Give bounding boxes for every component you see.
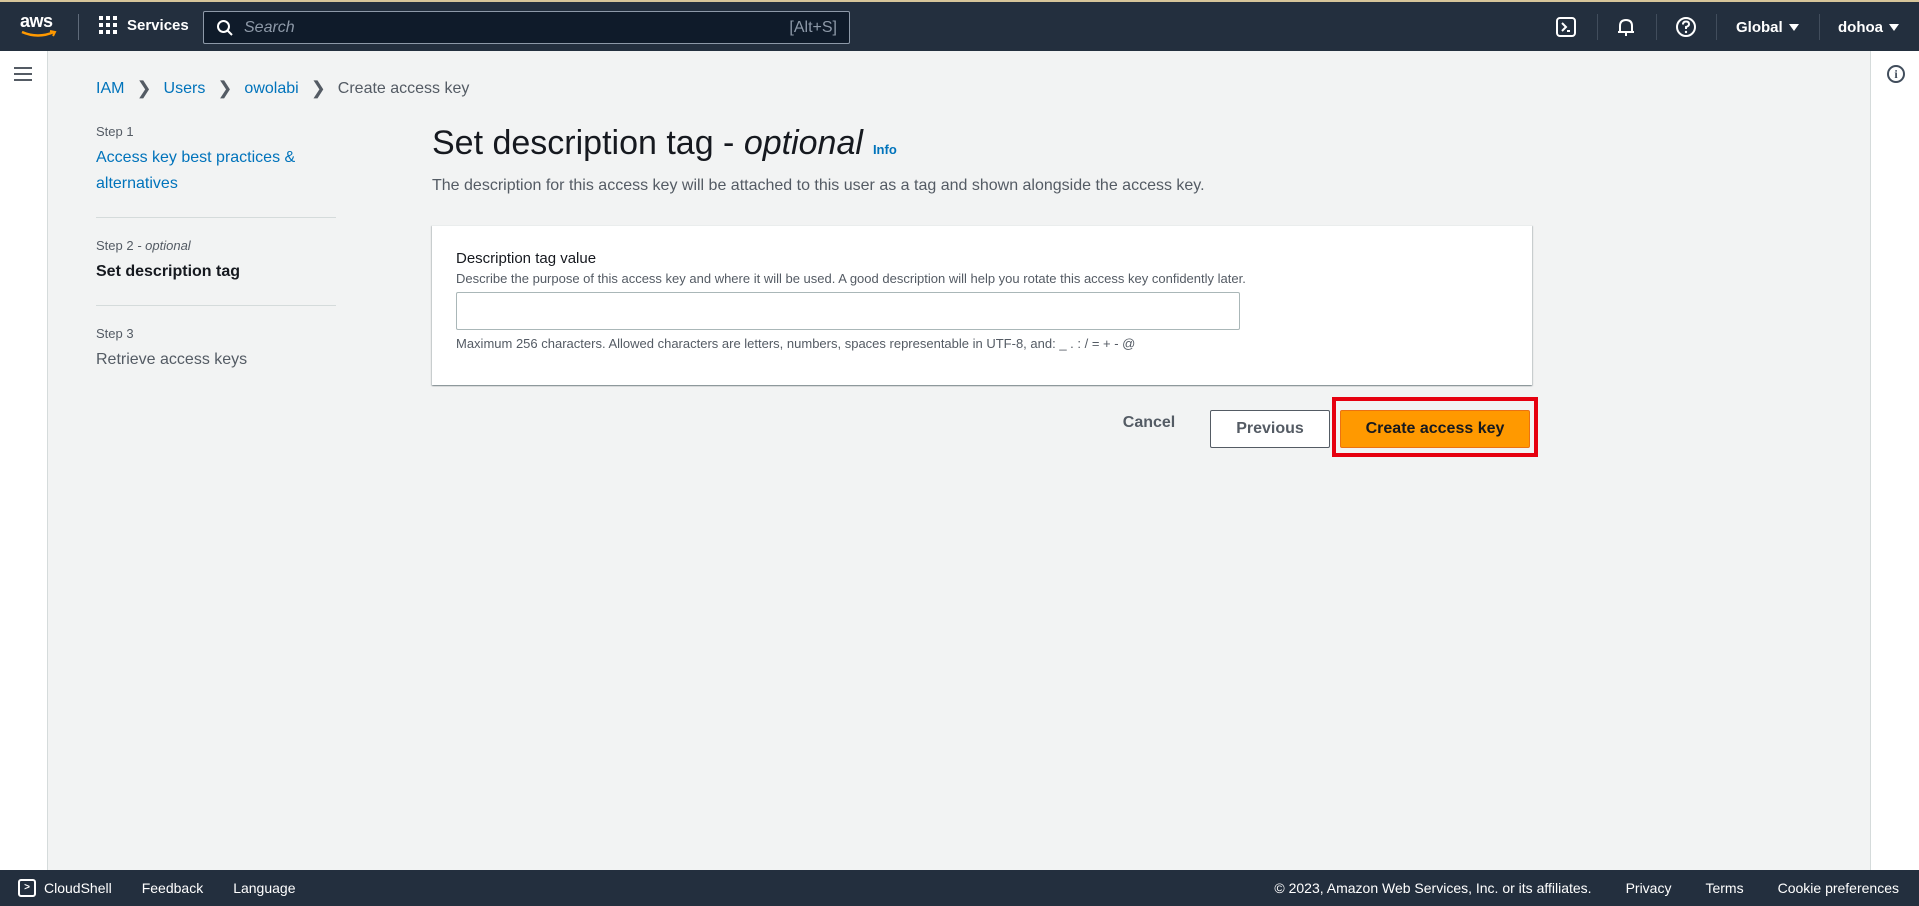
aws-smile-icon [21,30,57,37]
wizard-step-2: Step 2 - optional Set description tag [96,238,336,306]
step-1-link[interactable]: Access key best practices & alternatives [96,145,336,197]
step-number: Step 1 [96,124,134,139]
field-label: Description tag value [456,250,597,267]
footer-privacy-link[interactable]: Privacy [1626,880,1672,896]
nav-divider [78,14,79,40]
footer-copyright: © 2023, Amazon Web Services, Inc. or its… [1274,880,1592,896]
search-icon [217,19,233,36]
footer: > CloudShell Feedback Language © 2023, A… [0,870,1919,906]
search-shortcut: [Alt+S] [789,18,837,36]
cloudshell-icon: > [18,879,36,897]
step-number: Step 2 - optional [96,238,191,253]
footer-cloudshell-label: CloudShell [44,880,112,896]
help-icon[interactable] [1675,16,1697,38]
chevron-right-icon: ❯ [310,78,326,98]
step-3-title: Retrieve access keys [96,351,248,368]
breadcrumb-user[interactable]: owolabi [244,80,298,98]
cloudshell-icon[interactable] [1555,16,1577,38]
nav-divider [1819,14,1820,40]
account-menu[interactable]: dohoa [1838,19,1899,36]
footer-feedback-link[interactable]: Feedback [142,880,203,896]
wizard-steps: Step 1 Access key best practices & alter… [96,124,336,413]
nav-divider [1656,14,1657,40]
nav-divider [1597,14,1598,40]
breadcrumb-current: Create access key [337,79,470,97]
menu-hamburger-icon[interactable] [14,67,32,81]
breadcrumb-iam[interactable]: IAM [96,80,124,98]
search-placeholder: Search [244,18,295,36]
field-constraint: Maximum 256 characters. Allowed characte… [456,336,1136,351]
nav-divider [1716,14,1717,40]
breadcrumb-users[interactable]: Users [164,80,206,98]
top-navigation: aws Services Search [Alt+S] Global dohoa [0,0,1919,51]
footer-language-link[interactable]: Language [233,880,295,896]
page-title-text: Set description tag - optional [432,124,863,162]
page-title: Set description tag - optional Info [432,124,897,163]
chevron-right-icon: ❯ [217,78,233,98]
create-access-key-button[interactable]: Create access key [1340,410,1530,448]
aws-logo[interactable]: aws [20,12,60,42]
account-label: dohoa [1838,19,1883,36]
notifications-bell-icon[interactable] [1615,16,1637,38]
breadcrumb: IAM ❯ Users ❯ owolabi ❯ Create access ke… [96,78,469,99]
wizard-step-1: Step 1 Access key best practices & alter… [96,124,336,218]
right-tools-rail: i [1870,51,1919,870]
previous-button[interactable]: Previous [1210,410,1330,448]
chevron-right-icon: ❯ [136,78,152,98]
description-tag-input[interactable] [456,292,1240,330]
left-navigation-rail [0,51,48,870]
region-label: Global [1736,19,1783,36]
info-panel-icon[interactable]: i [1887,65,1905,83]
wizard-step-3: Step 3 Retrieve access keys [96,326,336,393]
footer-terms-link[interactable]: Terms [1705,880,1743,896]
info-link[interactable]: Info [873,142,897,157]
services-label: Services [127,16,189,34]
description-tag-panel: Description tag value Describe the purpo… [432,225,1532,385]
services-grid-icon [99,16,117,34]
footer-cloudshell-button[interactable]: > CloudShell [18,879,112,897]
step-2-title: Set description tag [96,263,241,280]
step-number: Step 3 [96,326,134,341]
services-menu-button[interactable]: Services [99,16,189,34]
caret-down-icon [1889,24,1899,31]
caret-down-icon [1788,24,1799,31]
footer-cookie-preferences-link[interactable]: Cookie preferences [1778,880,1899,896]
cancel-button[interactable]: Cancel [1100,404,1198,442]
field-description: Describe the purpose of this access key … [456,271,1246,286]
search-bar[interactable]: Search [Alt+S] [203,11,850,44]
page-description: The description for this access key will… [432,177,1205,194]
region-selector[interactable]: Global [1736,19,1799,36]
form-actions: Cancel Previous Create access key [1100,404,1530,448]
aws-logo-text: aws [20,11,53,31]
